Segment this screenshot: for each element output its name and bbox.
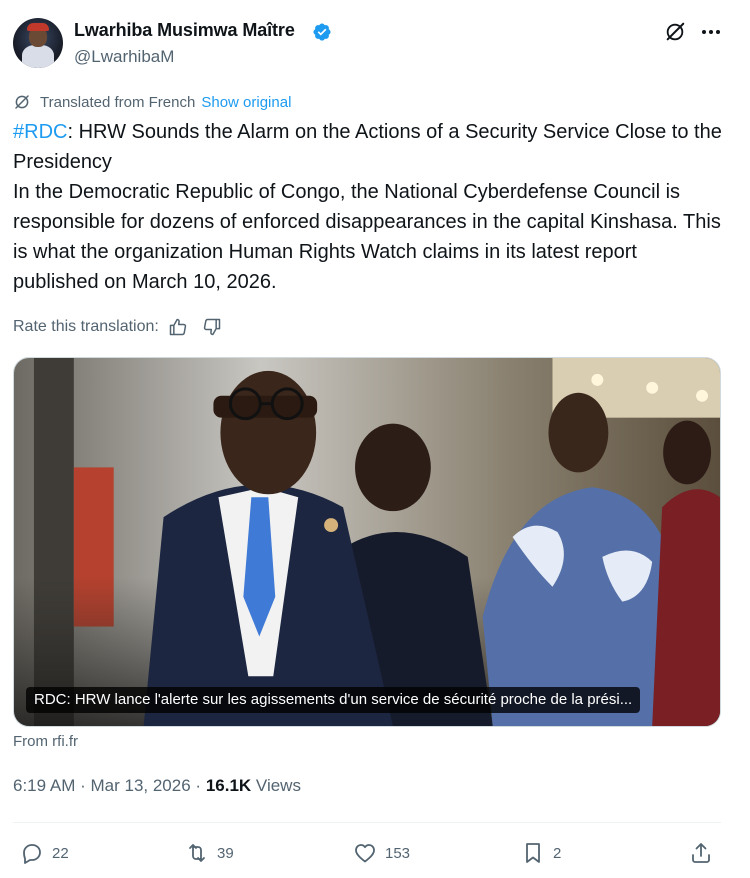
meta-separator: · <box>80 776 91 795</box>
link-source[interactable]: From rfi.fr <box>13 733 78 750</box>
share-button[interactable] <box>689 836 713 870</box>
thumbs-up-icon[interactable] <box>168 317 188 337</box>
grok-icon[interactable] <box>664 21 686 43</box>
show-original-link[interactable]: Show original <box>201 94 291 111</box>
verified-badge-icon[interactable] <box>312 22 332 42</box>
translated-label: Translated from French <box>40 93 196 111</box>
repost-count: 39 <box>217 844 234 862</box>
link-card-title[interactable]: RDC: HRW lance l'alerte sur les agisseme… <box>26 687 641 713</box>
heart-icon <box>355 844 375 863</box>
tweet-header: Lwarhiba Musimwa Maître @LwarhibaM <box>13 17 733 71</box>
translate-icon <box>15 95 29 109</box>
tweet-date[interactable]: Mar 13, 2026 <box>91 776 191 795</box>
thumbs-down-icon[interactable] <box>202 317 222 337</box>
more-options-icon[interactable] <box>699 20 723 44</box>
views-label: Views <box>255 776 301 795</box>
tweet-time[interactable]: 6:19 AM <box>13 776 75 795</box>
repost-icon <box>189 844 205 862</box>
share-icon <box>692 843 710 863</box>
action-bar: 22 39 153 2 <box>13 836 721 870</box>
rate-label: Rate this translation: <box>13 318 159 335</box>
tweet-body: : HRW Sounds the Alarm on the Actions of… <box>13 121 722 293</box>
translation-notice: Translated from French Show original <box>13 92 291 112</box>
rate-translation: Rate this translation: <box>13 316 222 338</box>
repost-button[interactable]: 39 <box>185 836 234 870</box>
link-preview-card[interactable]: RDC: HRW lance l'alerte sur les agisseme… <box>13 357 721 727</box>
avatar[interactable] <box>13 18 63 68</box>
divider <box>13 822 721 823</box>
tweet-meta: 6:19 AM · Mar 13, 2026 · 16.1K Views <box>13 776 301 796</box>
reply-icon <box>23 844 41 864</box>
like-count: 153 <box>385 844 411 862</box>
author-handle[interactable]: @LwarhibaM <box>74 47 174 67</box>
meta-separator: · <box>195 776 206 795</box>
like-button[interactable]: 153 <box>353 836 410 870</box>
author-display-name[interactable]: Lwarhiba Musimwa Maître <box>74 20 295 41</box>
bookmark-count: 2 <box>553 844 562 862</box>
tweet-text: #RDC: HRW Sounds the Alarm on the Action… <box>13 117 728 297</box>
reply-count: 22 <box>52 844 69 862</box>
hashtag-link[interactable]: #RDC <box>13 121 67 143</box>
views-count: 16.1K <box>205 776 252 795</box>
bookmark-button[interactable]: 2 <box>521 836 561 870</box>
bookmark-icon <box>526 843 540 863</box>
link-preview-image <box>14 358 720 726</box>
reply-button[interactable]: 22 <box>20 836 69 870</box>
